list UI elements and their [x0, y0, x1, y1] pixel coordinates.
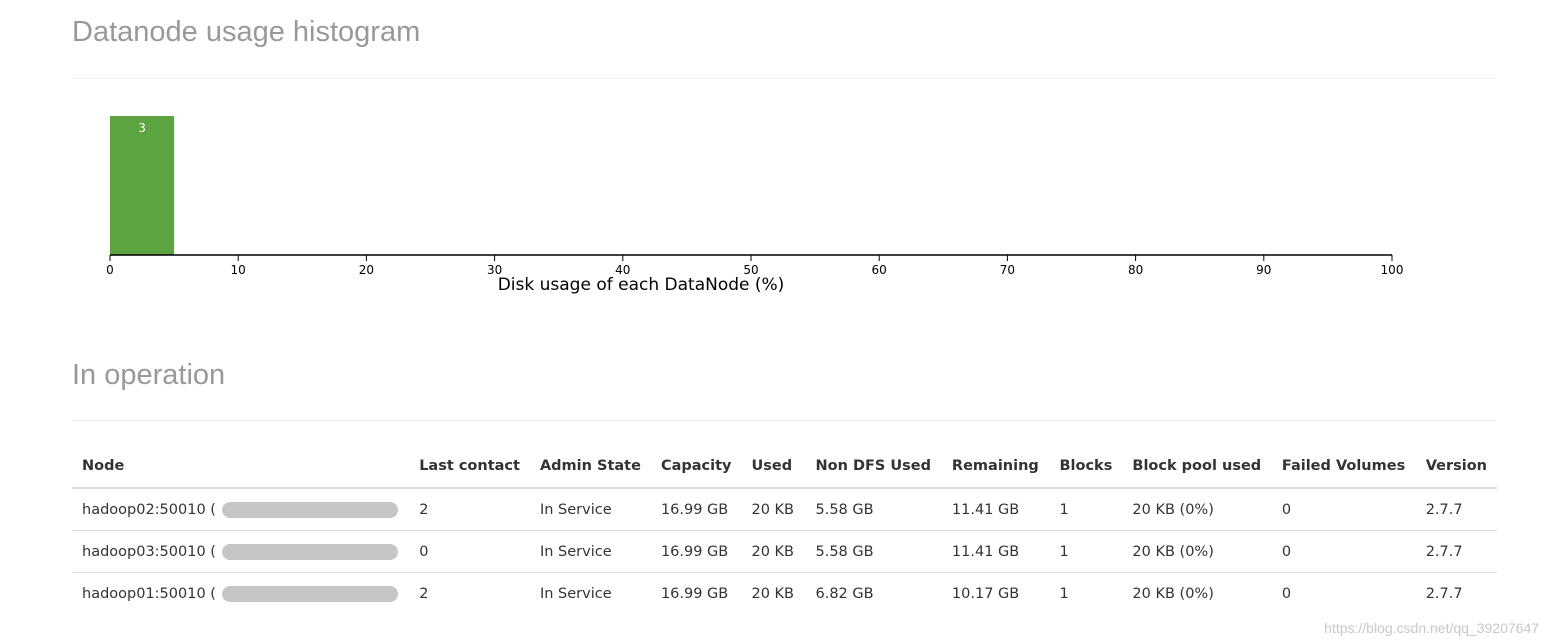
section-divider	[72, 420, 1496, 421]
histogram-bar	[110, 116, 175, 255]
x-tick-label: 20	[359, 263, 374, 277]
non-dfs-used-cell: 5.58 GB	[805, 530, 942, 573]
in-operation-section-title: In operation	[72, 359, 226, 391]
node-address: hadoop02:50010 (	[82, 501, 216, 518]
column-header-used[interactable]: Used	[741, 445, 806, 489]
used-cell: 20 KB	[741, 488, 806, 531]
datanode-table: Node Last contact Admin State Capacity U…	[72, 445, 1497, 614]
x-tick-label: 90	[1256, 263, 1271, 277]
x-tick-label: 100	[1381, 263, 1404, 277]
failed-volumes-cell: 0	[1281, 585, 1292, 602]
table-row: hadoop02:50010 ( 2 In Service 16.99 GB 2…	[72, 488, 1497, 531]
bar-count-label: 3	[138, 121, 146, 135]
remaining-cell: 11.41 GB	[941, 530, 1050, 573]
last-contact-cell: 2	[409, 488, 530, 531]
x-tick-label: 80	[1128, 263, 1143, 277]
used-cell: 20 KB	[741, 530, 806, 573]
x-tick-label: 0	[106, 263, 114, 277]
capacity-cell: 16.99 GB	[650, 488, 742, 531]
redacted-ip	[221, 585, 398, 602]
blocks-cell: 1	[1059, 585, 1069, 602]
non-dfs-used-cell: 6.82 GB	[815, 585, 874, 602]
column-header-block-pool-used[interactable]: Block pool used	[1122, 445, 1272, 489]
remaining-cell: 11.41 GB	[941, 488, 1050, 531]
node-cell: hadoop03:50010 (	[72, 530, 410, 573]
x-tick-label: 60	[872, 263, 887, 277]
capacity-cell: 16.99 GB	[660, 585, 729, 602]
used-cell: 20 KB	[751, 585, 795, 602]
version-cell: 2.7.7	[1425, 585, 1463, 602]
table-row: hadoop03:50010 ( 0 In Service 16.99 GB 2…	[72, 530, 1497, 573]
blocks-cell: 1	[1049, 530, 1123, 573]
x-tick-label: 10	[231, 263, 246, 277]
remaining-cell: 10.17 GB	[951, 585, 1020, 602]
column-header-failed-volumes[interactable]: Failed Volumes	[1271, 445, 1416, 489]
node-cell: hadoop01:50010 (	[72, 573, 409, 615]
column-header-version[interactable]: Version	[1415, 445, 1497, 489]
failed-volumes-cell: 0	[1271, 530, 1416, 573]
block-pool-used-cell: 20 KB (0%)	[1122, 488, 1272, 531]
version-cell: 2.7.7	[1415, 530, 1497, 573]
non-dfs-used-cell: 5.58 GB	[805, 488, 942, 531]
x-axis-label: Disk usage of each DataNode (%)	[498, 275, 785, 295]
redacted-ip	[221, 501, 398, 518]
table-row: hadoop01:50010 ( 2 In Service 16.99 GB 2…	[72, 573, 1497, 615]
block-pool-used-cell: 20 KB (0%)	[1132, 585, 1214, 602]
section-divider	[72, 78, 1496, 79]
block-pool-used-cell: 20 KB (0%)	[1122, 530, 1272, 573]
watermark: https://blog.csdn.net/qq_39207647	[1324, 620, 1539, 636]
column-header-admin-state[interactable]: Admin State	[529, 445, 651, 489]
column-header-last-contact[interactable]: Last contact	[409, 445, 530, 489]
column-header-non-dfs-used[interactable]: Non DFS Used	[805, 445, 942, 489]
admin-state-cell: In Service	[529, 488, 651, 531]
column-header-capacity[interactable]: Capacity	[650, 445, 742, 489]
column-header-node[interactable]: Node	[72, 445, 410, 489]
failed-volumes-cell: 0	[1271, 488, 1416, 531]
x-tick-label: 70	[1000, 263, 1015, 277]
last-contact-cell: 2	[419, 585, 429, 602]
capacity-cell: 16.99 GB	[650, 530, 742, 573]
column-header-remaining[interactable]: Remaining	[941, 445, 1050, 489]
admin-state-cell: In Service	[529, 530, 651, 573]
datanode-usage-histogram: 30 10 20 30 40 50 60 70 80 90 100Disk usage of eac…	[106, 116, 1404, 295]
column-header-blocks[interactable]: Blocks	[1049, 445, 1123, 489]
blocks-cell: 1	[1049, 488, 1123, 531]
table-header-row: Node Last contact Admin State Capacity U…	[72, 445, 1497, 489]
redacted-ip	[221, 543, 398, 560]
version-cell: 2.7.7	[1415, 488, 1497, 531]
node-cell: hadoop02:50010 (	[72, 488, 410, 531]
admin-state-cell: In Service	[539, 585, 612, 602]
histogram-section-title: Datanode usage histogram	[72, 16, 421, 48]
node-address: hadoop01:50010 (	[82, 585, 216, 602]
node-address: hadoop03:50010 (	[82, 543, 216, 560]
last-contact-cell: 0	[409, 530, 530, 573]
